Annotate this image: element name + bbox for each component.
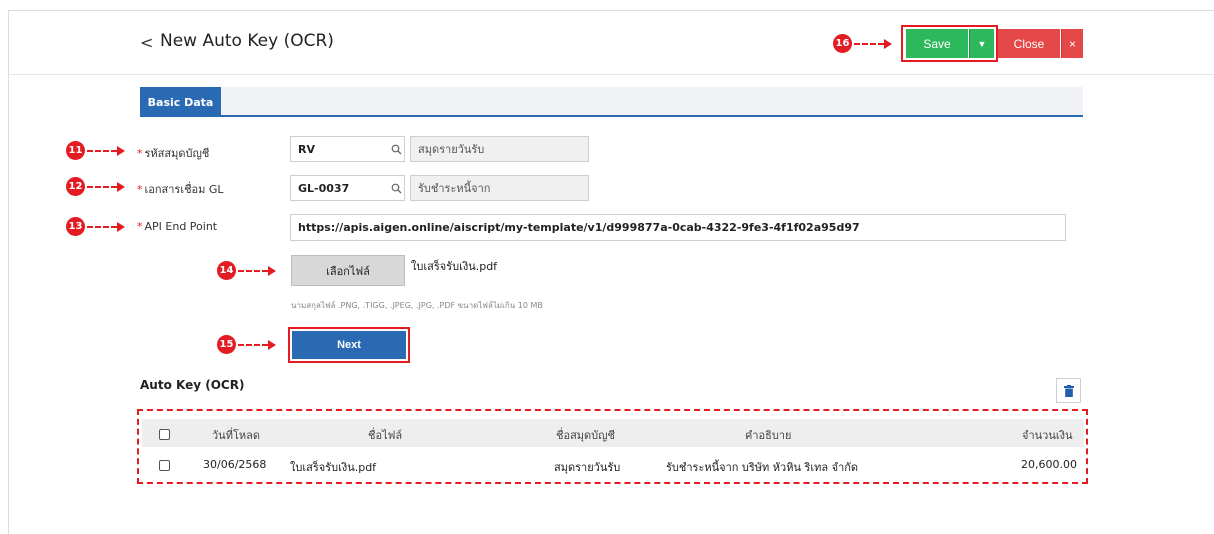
gl-description-value: รับชำระหนี้จาก	[418, 182, 491, 195]
next-button[interactable]: Next	[292, 331, 406, 359]
callout-line	[87, 185, 117, 188]
save-button[interactable]: Save	[906, 29, 968, 58]
callout-number: 11	[66, 141, 85, 160]
callout-line	[87, 225, 117, 228]
callout-15: 15	[217, 335, 276, 354]
column-header-description: คำอธิบาย	[745, 429, 792, 442]
callout-number: 15	[217, 335, 236, 354]
delete-button[interactable]	[1056, 378, 1081, 403]
row-description: รับชำระหนี้จาก บริษัท หัวหิน ริเทล จำกัด	[666, 461, 859, 474]
search-icon[interactable]	[391, 144, 402, 155]
callout-arrow	[117, 145, 125, 156]
callout-line	[87, 149, 117, 152]
required-mark: *	[137, 147, 143, 160]
choose-file-button[interactable]: เลือกไฟล์	[291, 255, 405, 286]
gl-link-label: * เอกสารเชื่อม GL	[137, 180, 224, 198]
api-endpoint-label: * API End Point	[137, 220, 217, 233]
journal-code-label: * รหัสสมุดบัญชี	[137, 144, 209, 162]
callout-arrow	[268, 265, 276, 276]
callout-14: 14	[217, 261, 276, 280]
callout-number: 14	[217, 261, 236, 280]
selected-file-name: ใบเสร็จรับเงิน.pdf	[411, 260, 498, 273]
callout-arrow	[117, 181, 125, 192]
api-endpoint-input[interactable]: https://apis.aigen.online/aiscript/my-te…	[290, 214, 1066, 241]
row-file-name[interactable]: ใบเสร็จรับเงิน.pdf	[290, 458, 376, 476]
gl-description-field: รับชำระหนี้จาก	[410, 175, 589, 201]
required-mark: *	[137, 220, 143, 233]
journal-code-input[interactable]: RV	[290, 136, 405, 162]
journal-name-field: สมุดรายวันรับ	[410, 136, 589, 162]
callout-11: 11	[66, 141, 125, 160]
row-journal-name: สมุดรายวันรับ	[554, 461, 621, 474]
api-endpoint-label-text: API End Point	[144, 220, 218, 233]
header-divider	[8, 74, 1214, 75]
callout-number: 12	[66, 177, 85, 196]
callout-line	[238, 269, 268, 272]
callout-arrow	[268, 339, 276, 350]
tab-basic-data[interactable]: Basic Data	[140, 87, 221, 117]
callout-13: 13	[66, 217, 125, 236]
callout-number: 13	[66, 217, 85, 236]
column-header-journal-name: ชื่อสมุดบัญชี	[556, 429, 616, 442]
row-amount: 20,600.00	[1021, 458, 1077, 471]
callout-16: 16	[833, 34, 892, 53]
callout-line	[854, 42, 884, 45]
callout-line	[238, 343, 268, 346]
column-header-amount: จำนวนเงิน	[1022, 429, 1073, 442]
callout-arrow	[884, 38, 892, 49]
api-endpoint-value: https://apis.aigen.online/aiscript/my-te…	[298, 221, 860, 234]
trash-icon	[1063, 384, 1074, 397]
back-icon[interactable]: <	[140, 33, 153, 52]
close-button[interactable]: Close	[998, 29, 1060, 58]
column-header-date: วันที่โหลด	[212, 429, 260, 442]
close-x-button[interactable]: ×	[1061, 29, 1083, 58]
journal-name-value: สมุดรายวันรับ	[418, 143, 485, 156]
gl-link-label-text: เอกสารเชื่อม GL	[144, 183, 224, 196]
file-hint: นามสกุลไฟล์ .PNG, .TIGG, .JPEG, .JPG, .P…	[291, 301, 543, 310]
search-icon[interactable]	[391, 183, 402, 194]
select-all-checkbox[interactable]	[159, 429, 170, 440]
journal-code-label-text: รหัสสมุดบัญชี	[144, 147, 210, 160]
required-mark: *	[137, 183, 143, 196]
page-title: New Auto Key (OCR)	[160, 31, 334, 51]
callout-number: 16	[833, 34, 852, 53]
gl-link-input[interactable]: GL-0037	[290, 175, 405, 201]
row-checkbox[interactable]	[159, 460, 170, 471]
auto-key-title: Auto Key (OCR)	[140, 378, 245, 392]
row-date: 30/06/2568	[203, 458, 267, 471]
gl-link-value: GL-0037	[298, 181, 350, 195]
journal-code-value: RV	[298, 142, 315, 156]
callout-arrow	[117, 221, 125, 232]
column-header-file-name: ชื่อไฟล์	[368, 429, 403, 442]
tab-bar	[140, 87, 1083, 117]
callout-12: 12	[66, 177, 125, 196]
save-dropdown-button[interactable]: ▼	[969, 29, 994, 58]
